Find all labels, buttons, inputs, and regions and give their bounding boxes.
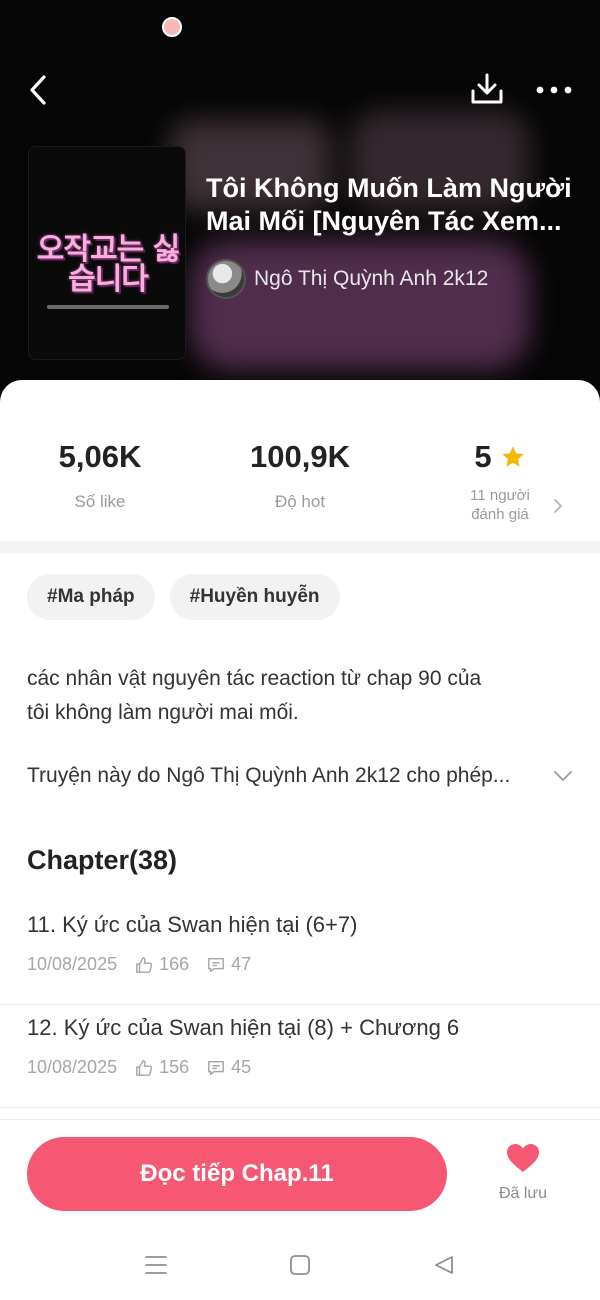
more-dots-icon (536, 86, 572, 94)
home-square-icon (290, 1255, 310, 1275)
tag-ma-phap[interactable]: #Ma pháp (27, 574, 155, 620)
more-options-button[interactable] (532, 72, 576, 108)
system-navigation-bar (0, 1229, 600, 1300)
saved-button[interactable]: Đã lưu (482, 1142, 564, 1212)
chapter-row[interactable]: 12. Ký ức của Swan hiện tại (8) + Chương… (0, 1005, 600, 1108)
bottom-action-bar: Đọc tiếp Chap.11 Đã lưu (0, 1119, 600, 1229)
back-arrow-icon (30, 75, 46, 105)
comment-icon (207, 1059, 225, 1077)
download-button[interactable] (466, 68, 508, 110)
menu-lines-icon (145, 1256, 167, 1274)
chapter-comments: 45 (231, 1057, 252, 1077)
tag-huyen-huyen[interactable]: #Huyền huyễn (169, 574, 340, 620)
status-notification-icon (162, 17, 182, 37)
recent-apps-button[interactable] (136, 1251, 176, 1279)
permission-note: Truyện này do Ngô Thị Quỳnh Anh 2k12 cho… (27, 764, 511, 787)
heart-icon (507, 1144, 539, 1172)
story-header: 오작교는 싫습니다 Tôi Không Muốn Làm Người Mai M… (0, 0, 600, 420)
chapter-title: 12. Ký ức của Swan hiện tại (8) + Chương… (27, 1015, 460, 1040)
comment-icon (207, 956, 225, 974)
chevron-down-icon (554, 771, 572, 781)
hot-stat: 100,9K Độ hot (200, 436, 400, 512)
story-cover-image[interactable]: 오작교는 싫습니다 (28, 146, 186, 360)
section-divider (0, 541, 600, 553)
author-link[interactable]: Ngô Thị Quỳnh Anh 2k12 (206, 258, 488, 300)
likes-stat: 5,06K Số like (0, 436, 200, 512)
stats-row: 5,06K Số like 100,9K Độ hot 5 11 người đ… (0, 380, 600, 540)
chapter-meta: 10/08/2025 156 45 (27, 1057, 251, 1078)
rating-label: 11 người đánh giá (470, 487, 530, 523)
download-icon (471, 73, 503, 104)
hot-label: Độ hot (274, 492, 326, 511)
saved-label: Đã lưu (498, 1185, 548, 1202)
description-line1: các nhân vật nguyên tác reaction từ chap… (27, 667, 482, 690)
likes-label: Số like (74, 492, 126, 511)
story-title: Tôi Không Muốn Làm Người Mai Mối [Nguyên… (206, 172, 584, 238)
cover-title-art: 오작교는 싫습니다 (36, 232, 180, 297)
tag-list: #Ma pháp #Huyền huyễn (27, 574, 340, 620)
likes-value: 5,06K (58, 439, 142, 474)
chapter-meta: 10/08/2025 166 47 (27, 954, 251, 975)
back-button[interactable] (20, 70, 56, 110)
star-icon (501, 446, 524, 467)
author-name: Ngô Thị Quỳnh Anh 2k12 (254, 267, 489, 290)
description-line2: tôi không làm người mai mối. (27, 701, 299, 724)
thumbs-up-icon (135, 956, 153, 974)
chapter-date: 10/08/2025 (27, 1057, 118, 1077)
story-title-line1: Tôi Không Muốn Làm Người (206, 173, 572, 203)
back-triangle-icon (435, 1256, 453, 1274)
author-avatar (206, 259, 246, 299)
story-description: các nhân vật nguyên tác reaction từ chap… (27, 662, 567, 730)
continue-reading-button[interactable]: Đọc tiếp Chap.11 (27, 1137, 447, 1211)
rating-value: 5 (474, 439, 492, 474)
rating-value-row: 5 (400, 436, 600, 478)
chapter-title: 11. Ký ức của Swan hiện tại (6+7) (27, 912, 358, 937)
chapter-list: 11. Ký ức của Swan hiện tại (6+7) 10/08/… (0, 902, 600, 1108)
chapter-comments: 47 (231, 954, 252, 974)
system-back-button[interactable] (424, 1251, 464, 1279)
home-button[interactable] (280, 1251, 320, 1279)
thumbs-up-icon (135, 1059, 153, 1077)
chapter-likes: 156 (159, 1057, 190, 1077)
chapter-likes: 166 (159, 954, 190, 974)
hot-value: 100,9K (250, 439, 350, 474)
story-title-line2: Mai Mối [Nguyên Tác Xem... (206, 206, 562, 236)
chapter-date: 10/08/2025 (27, 954, 118, 974)
chapter-row[interactable]: 11. Ký ức của Swan hiện tại (6+7) 10/08/… (0, 902, 600, 1005)
rating-stat[interactable]: 5 11 người đánh giá (400, 436, 600, 524)
chevron-right-icon (554, 499, 562, 513)
blurred-cover-background (150, 110, 600, 390)
chapter-list-heading: Chapter(38) (27, 845, 178, 875)
permission-note-expand[interactable]: Truyện này do Ngô Thị Quỳnh Anh 2k12 cho… (27, 764, 575, 788)
